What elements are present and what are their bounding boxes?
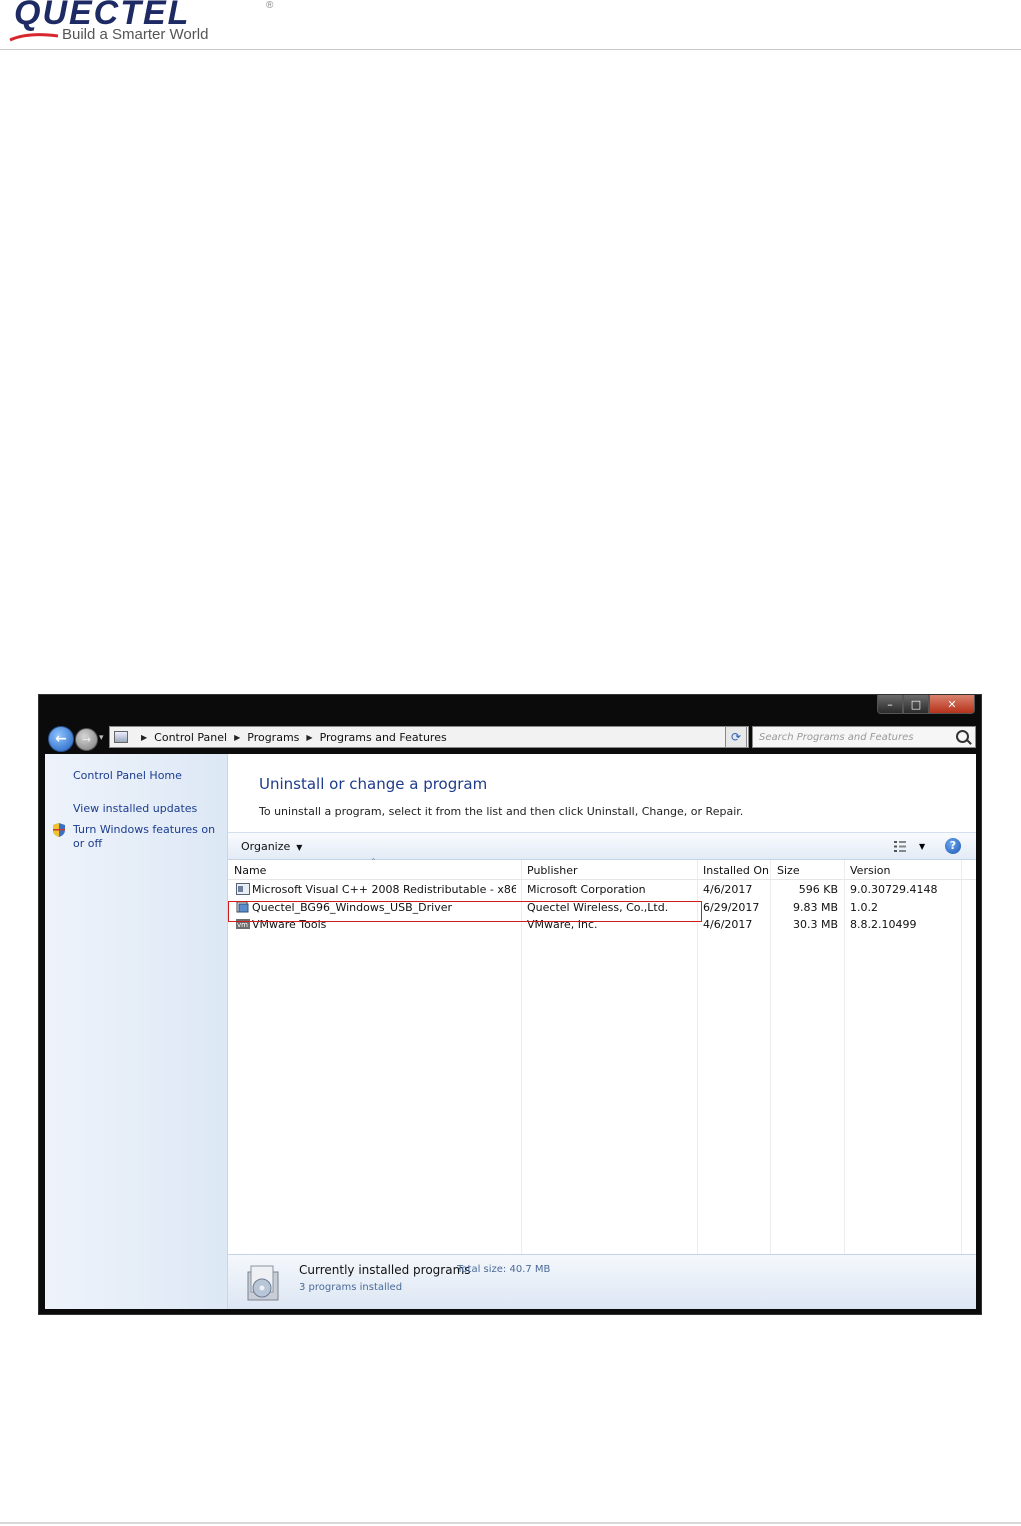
header-divider bbox=[0, 49, 1021, 50]
sidebar-item-turn-windows-features[interactable]: Turn Windows features on or off bbox=[73, 823, 219, 851]
shield-icon bbox=[53, 823, 65, 837]
column-header-version[interactable]: Version bbox=[850, 864, 890, 877]
program-size: 9.83 MB bbox=[792, 901, 838, 914]
maximize-button[interactable]: □ bbox=[903, 695, 929, 714]
control-panel-icon bbox=[114, 731, 128, 743]
document-header: QUECTEL ® Build a Smarter World bbox=[0, 0, 1021, 50]
column-header-installed-on[interactable]: Installed On bbox=[703, 864, 769, 877]
search-icon[interactable] bbox=[956, 730, 969, 743]
program-installed-on: 4/6/2017 bbox=[703, 918, 753, 931]
program-size: 596 KB bbox=[798, 883, 838, 896]
brand-tagline: Build a Smarter World bbox=[62, 26, 209, 43]
breadcrumb-programs[interactable]: Programs bbox=[247, 731, 299, 744]
organize-button[interactable]: Organize ▼ bbox=[241, 840, 302, 853]
column-headers: ⌃ Name Publisher Installed On Size Versi… bbox=[228, 857, 976, 880]
command-toolbar: Organize ▼ ▼ ? bbox=[228, 832, 976, 860]
details-total-size: Total size: 40.7 MB bbox=[457, 1264, 551, 1275]
program-publisher: Microsoft Corporation bbox=[527, 883, 646, 896]
programs-box-icon bbox=[247, 1265, 279, 1301]
column-header-name[interactable]: Name bbox=[234, 864, 266, 877]
sidebar: Control Panel Home View installed update… bbox=[45, 754, 228, 1309]
close-button[interactable]: ✕ bbox=[929, 695, 975, 714]
forward-arrow-icon[interactable]: → bbox=[75, 728, 98, 751]
view-options-icon[interactable] bbox=[894, 841, 906, 852]
column-header-publisher[interactable]: Publisher bbox=[527, 864, 578, 877]
program-size: 30.3 MB bbox=[792, 918, 838, 931]
address-bar[interactable]: ▶ Control Panel ▶ Programs ▶ Programs an… bbox=[109, 726, 749, 748]
table-row[interactable]: Microsoft Visual C++ 2008 Redistributabl… bbox=[228, 881, 976, 898]
chevron-down-icon: ▼ bbox=[296, 843, 303, 852]
refresh-icon[interactable]: ⟳ bbox=[725, 726, 747, 748]
main-panel: Uninstall or change a program To uninsta… bbox=[228, 754, 976, 1309]
installer-icon bbox=[236, 883, 250, 895]
page-instructions: To uninstall a program, select it from t… bbox=[259, 805, 744, 818]
program-version: 9.0.30729.4148 bbox=[850, 883, 938, 896]
program-version: 8.8.2.10499 bbox=[850, 918, 917, 931]
registered-mark: ® bbox=[266, 0, 274, 11]
program-version: 1.0.2 bbox=[850, 901, 878, 914]
program-name: Microsoft Visual C++ 2008 Redistributabl… bbox=[252, 883, 516, 896]
window-controls: – □ ✕ bbox=[877, 695, 975, 715]
programs-and-features-window: – □ ✕ ← → ▾ ▶ Control Panel ▶ Programs ▶… bbox=[38, 694, 982, 1315]
breadcrumb-programs-and-features[interactable]: Programs and Features bbox=[320, 731, 447, 744]
search-box[interactable] bbox=[752, 726, 976, 748]
details-program-count: 3 programs installed bbox=[299, 1282, 403, 1293]
page-title: Uninstall or change a program bbox=[259, 775, 488, 793]
title-bar[interactable]: – □ ✕ bbox=[39, 695, 981, 721]
sort-ascending-icon: ⌃ bbox=[370, 857, 377, 866]
sidebar-item-view-installed-updates[interactable]: View installed updates bbox=[73, 802, 197, 815]
content-area: Control Panel Home View installed update… bbox=[45, 754, 976, 1309]
organize-label: Organize bbox=[241, 840, 291, 853]
footer-divider bbox=[0, 1522, 1021, 1524]
details-title: Currently installed programs bbox=[299, 1263, 471, 1277]
column-header-size[interactable]: Size bbox=[777, 864, 800, 877]
help-icon[interactable]: ? bbox=[945, 838, 961, 854]
breadcrumb-separator-icon[interactable]: ▶ bbox=[306, 733, 312, 742]
history-dropdown-icon[interactable]: ▾ bbox=[99, 733, 104, 743]
navigation-bar: ← → ▾ ▶ Control Panel ▶ Programs ▶ Progr… bbox=[39, 721, 981, 753]
program-installed-on: 6/29/2017 bbox=[703, 901, 760, 914]
highlight-annotation-box bbox=[228, 901, 702, 922]
search-input[interactable] bbox=[759, 729, 949, 745]
program-installed-on: 4/6/2017 bbox=[703, 883, 753, 896]
sidebar-item-control-panel-home[interactable]: Control Panel Home bbox=[73, 769, 182, 782]
svg-text:vm: vm bbox=[237, 921, 248, 929]
breadcrumb-separator-icon[interactable]: ▶ bbox=[234, 733, 240, 742]
back-arrow-icon[interactable]: ← bbox=[48, 726, 74, 752]
breadcrumb-control-panel[interactable]: Control Panel bbox=[154, 731, 227, 744]
breadcrumb-separator-icon[interactable]: ▶ bbox=[141, 733, 147, 742]
minimize-button[interactable]: – bbox=[877, 695, 903, 714]
details-pane: Currently installed programs Total size:… bbox=[228, 1254, 976, 1309]
view-dropdown-icon[interactable]: ▼ bbox=[919, 842, 925, 851]
